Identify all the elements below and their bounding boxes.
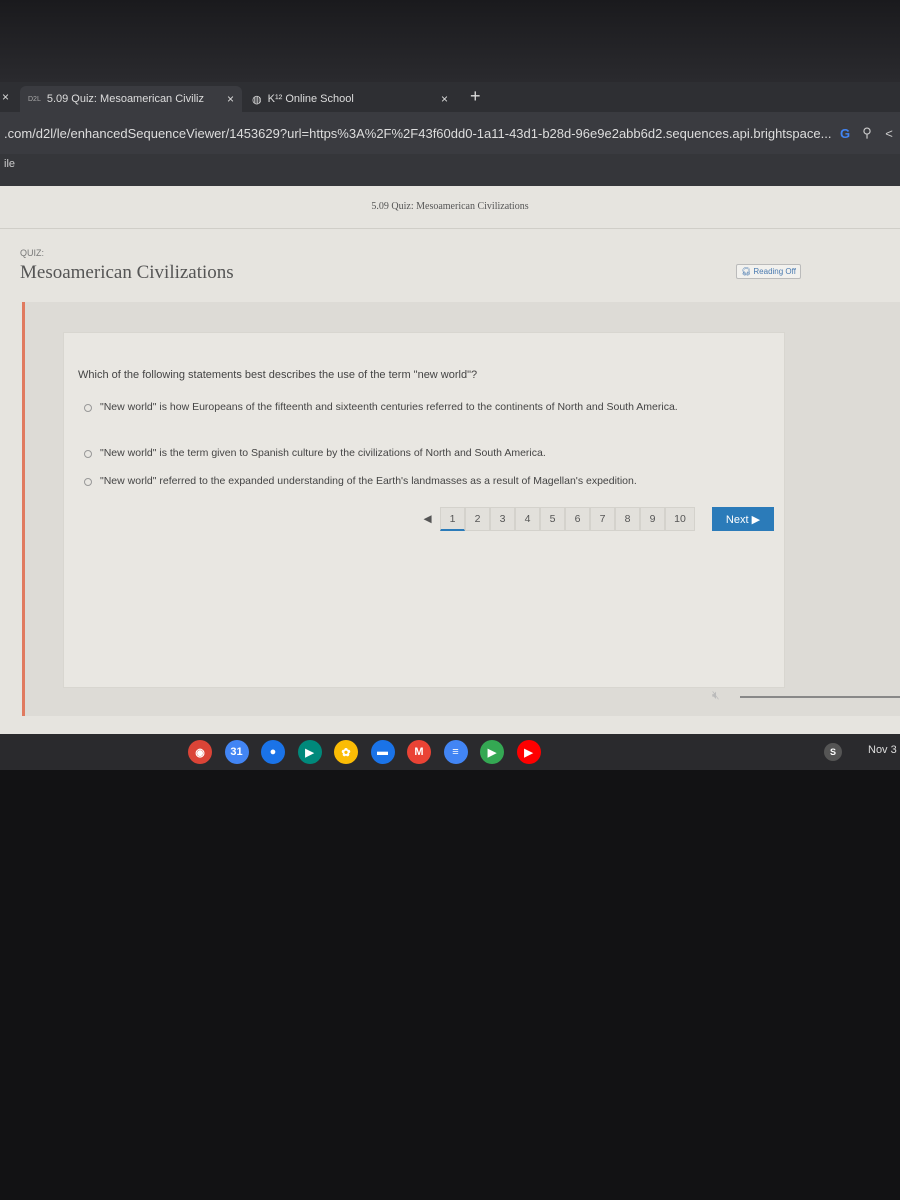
question-text: Which of the following statements best d…	[78, 369, 478, 381]
shelf: ◉ 31 ● ▶ ✿ ▬ M ≡ ▶ ▶ S Nov 3	[0, 734, 900, 770]
tab-k12[interactable]: ◍ K¹² Online School ×	[244, 86, 456, 112]
globe-icon: ◍	[252, 93, 262, 106]
option-text: "New world" referred to the expanded und…	[100, 475, 637, 487]
page-5[interactable]: 5	[540, 507, 565, 531]
radio-button[interactable]	[84, 404, 92, 412]
photos-icon[interactable]: ✿	[334, 740, 358, 764]
close-icon[interactable]: ×	[2, 90, 9, 104]
next-button[interactable]: Next ▶	[712, 507, 774, 531]
calendar-icon[interactable]: 31	[224, 740, 249, 764]
volume-slider[interactable]	[740, 696, 900, 698]
pagination: ◀ 1 2 3 4 5 6 7 8 9 10	[415, 507, 695, 531]
docs-icon[interactable]: ≡	[443, 740, 468, 764]
tab-bar: × D2L 5.09 Quiz: Mesoamerican Civiliz × …	[0, 82, 900, 112]
page-title: Mesoamerican Civilizations	[20, 262, 234, 283]
page-9[interactable]: 9	[640, 507, 665, 531]
page-3[interactable]: 3	[490, 507, 515, 531]
quiz-page: 5.09 Quiz: Mesoamerican Civilizations QU…	[0, 186, 900, 734]
radio-button[interactable]	[84, 478, 92, 486]
new-tab-button[interactable]: +	[470, 86, 481, 107]
breadcrumb: 5.09 Quiz: Mesoamerican Civilizations	[371, 201, 529, 212]
status-icon[interactable]: S	[824, 743, 842, 761]
tab-label: K¹² Online School	[267, 93, 354, 105]
messages-icon[interactable]: ●	[261, 740, 285, 764]
date[interactable]: Nov 3	[868, 744, 897, 756]
question-card: Which of the following statements best d…	[63, 332, 785, 688]
reading-toggle[interactable]: 🎧︎ Reading Off	[736, 264, 801, 279]
d2l-icon: D2L	[28, 95, 41, 103]
reading-label: Reading Off	[753, 267, 796, 276]
prev-button[interactable]: ◀	[415, 507, 440, 531]
page-8[interactable]: 8	[615, 507, 640, 531]
google-icon[interactable]: G	[834, 126, 856, 141]
youtube-icon[interactable]: ▶	[516, 740, 541, 764]
meet-icon[interactable]: ▶	[297, 740, 322, 764]
close-tab-icon[interactable]: ×	[441, 92, 448, 106]
radio-button[interactable]	[84, 450, 92, 458]
play-store-icon[interactable]: ▶	[480, 740, 504, 764]
page-1[interactable]: 1	[440, 507, 465, 531]
tab-quiz[interactable]: D2L 5.09 Quiz: Mesoamerican Civiliz ×	[20, 86, 242, 112]
quiz-label: QUIZ:	[20, 248, 44, 258]
page-10[interactable]: 10	[665, 507, 695, 531]
page-6[interactable]: 6	[565, 507, 590, 531]
bookmarks-bar: ile	[0, 154, 900, 186]
content-area: Which of the following statements best d…	[22, 302, 900, 716]
answer-option[interactable]: "New world" is the term given to Spanish…	[84, 447, 546, 460]
option-text: "New world" is how Europeans of the fift…	[100, 401, 678, 413]
share-icon[interactable]: <	[878, 126, 900, 141]
chrome-icon[interactable]: ◉	[188, 740, 212, 764]
tab-label: 5.09 Quiz: Mesoamerican Civiliz	[46, 93, 204, 105]
address-bar[interactable]: .com/d2l/le/enhancedSequenceViewer/14536…	[0, 112, 900, 154]
divider	[0, 228, 900, 229]
url-text[interactable]: .com/d2l/le/enhancedSequenceViewer/14536…	[4, 126, 834, 141]
files-icon[interactable]: ▬	[370, 740, 395, 764]
gmail-icon[interactable]: M	[407, 740, 431, 764]
page-2[interactable]: 2	[465, 507, 490, 531]
zoom-icon[interactable]: ⚲	[856, 125, 878, 141]
answer-option[interactable]: "New world" is how Europeans of the fift…	[84, 401, 724, 414]
page-4[interactable]: 4	[515, 507, 540, 531]
option-text: "New world" is the term given to Spanish…	[100, 447, 546, 459]
bookmark-item[interactable]: ile	[4, 158, 15, 170]
page-7[interactable]: 7	[590, 507, 615, 531]
screen-bezel	[0, 0, 900, 82]
volume-mute-icon[interactable]: 🔇︎	[712, 688, 720, 703]
close-tab-icon[interactable]: ×	[227, 92, 234, 106]
answer-option[interactable]: "New world" referred to the expanded und…	[84, 475, 637, 488]
headphones-icon: 🎧︎	[741, 267, 752, 276]
